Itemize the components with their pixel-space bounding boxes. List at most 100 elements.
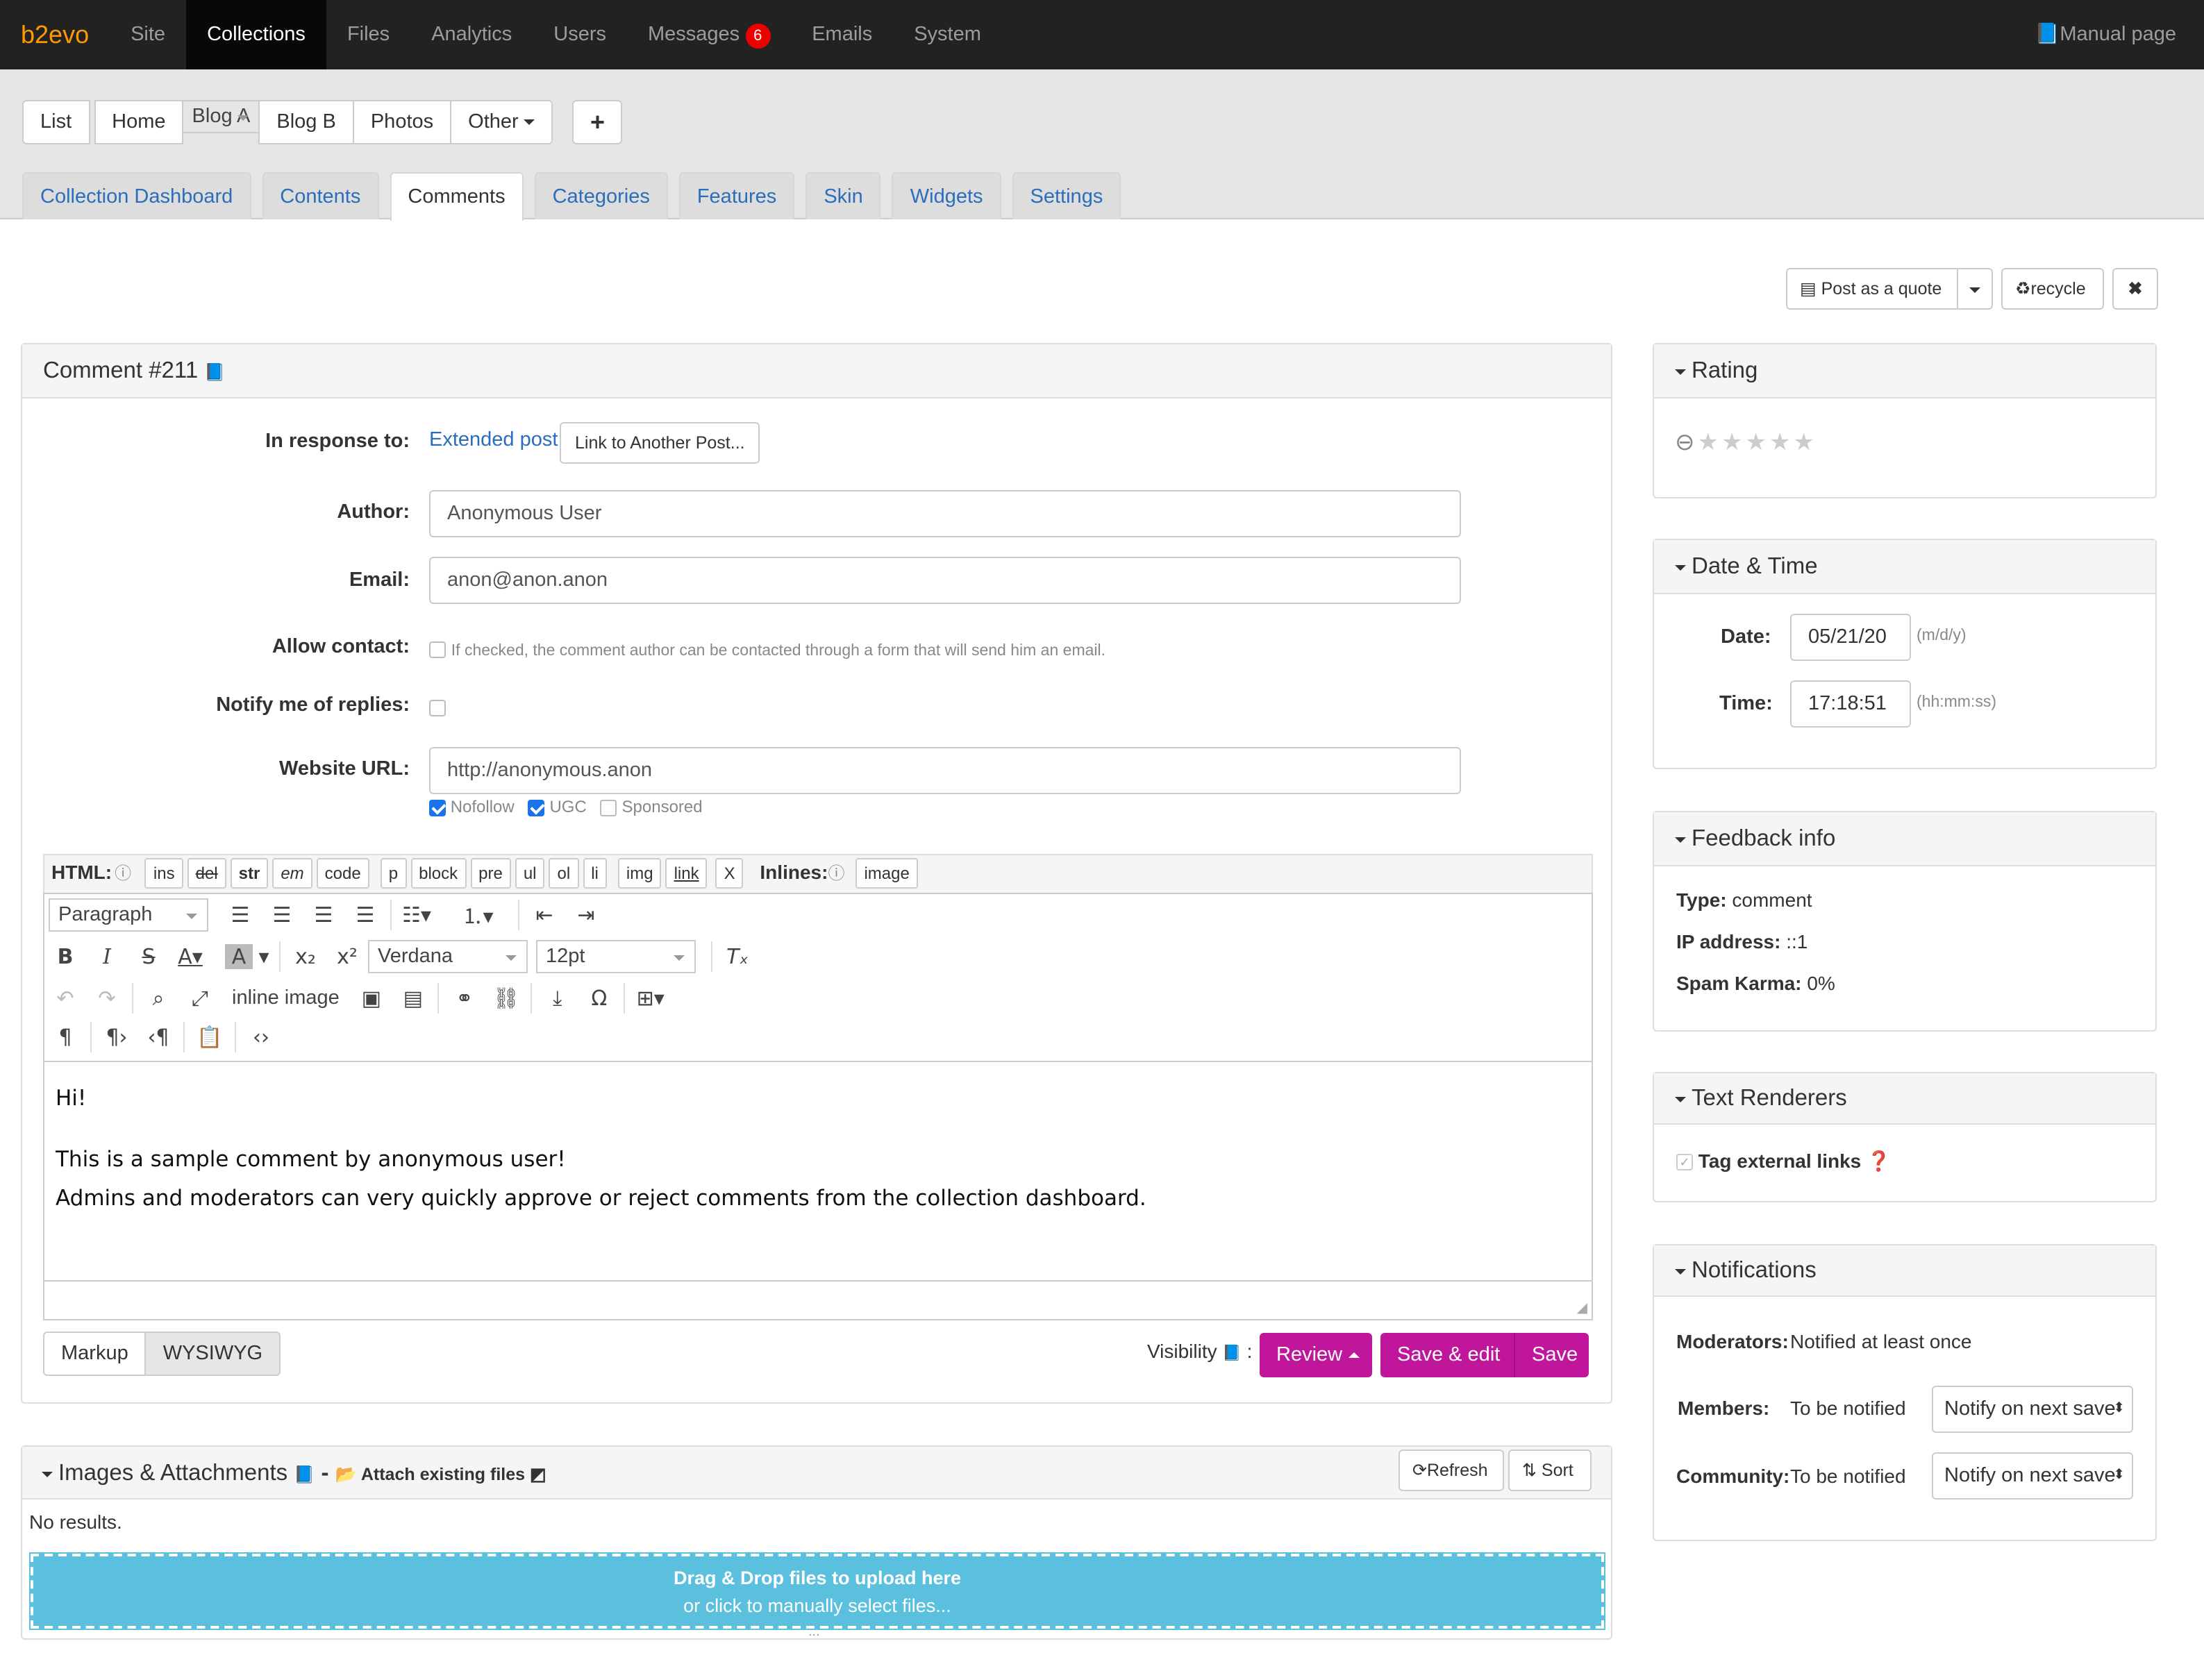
star-icon[interactable]: ★ [1698,429,1719,457]
clear-formatting-icon[interactable]: Tₓ [717,944,758,969]
qt-link[interactable]: link [665,858,708,889]
star-icon[interactable]: ★ [1769,429,1791,457]
tab-contents[interactable]: Contents [262,172,379,219]
qt-del[interactable]: del [187,858,226,889]
feedback-header[interactable]: Feedback info [1654,812,2155,866]
tab-skin[interactable]: Skin [805,172,881,219]
qt-code[interactable]: code [316,858,369,889]
community-notify-select[interactable]: Notify on next save ⬍ [1932,1452,2133,1500]
paragraph-icon[interactable]: ¶ [44,1025,86,1050]
numbered-list-icon[interactable]: ⒈▾ [457,900,499,930]
rtl-icon[interactable]: ‹¶ [137,1025,179,1050]
collection-photos-button[interactable]: Photos [352,100,452,144]
collection-home-button[interactable]: Home [94,100,184,144]
subscript-icon[interactable]: x₂ [285,944,326,969]
notifications-header[interactable]: Notifications [1654,1245,2155,1297]
website-url-input[interactable]: http://anonymous.anon [429,747,1461,794]
refresh-button[interactable]: ⟳Refresh [1399,1450,1504,1491]
review-button[interactable]: Review [1260,1333,1372,1377]
qt-p[interactable]: p [380,858,407,889]
align-justify-icon[interactable]: ☰ [344,902,386,927]
background-color-icon[interactable]: A [225,944,253,969]
tab-categories[interactable]: Categories [534,172,668,219]
nav-site[interactable]: Site [110,0,186,69]
fullscreen-icon[interactable]: ⤢ [179,986,221,1011]
find-replace-icon[interactable]: ⌕ [137,986,179,1011]
star-icon[interactable]: ★ [1794,429,1815,457]
nav-users[interactable]: Users [533,0,627,69]
qt-li[interactable]: li [583,858,607,889]
chevron-down-icon[interactable]: ▾ [253,944,275,969]
special-char-icon[interactable]: Ω [578,986,620,1011]
collection-other-dropdown[interactable]: Other [450,100,553,144]
paste-text-icon[interactable]: 📋 [189,1025,231,1050]
resize-handle-icon[interactable]: ◢ [1577,1301,1587,1316]
ugc-checkbox[interactable] [528,799,545,816]
star-icon[interactable]: ★ [1746,429,1767,457]
indent-icon[interactable]: ⇥ [565,902,607,927]
tab-widgets[interactable]: Widgets [892,172,1001,219]
qt-ins[interactable]: ins [144,858,183,889]
tab-features[interactable]: Features [678,172,795,219]
qt-str[interactable]: str [230,858,269,889]
author-input[interactable]: Anonymous User [429,490,1461,537]
save-button[interactable]: Save [1514,1333,1589,1377]
tab-settings[interactable]: Settings [1012,172,1121,219]
qt-em[interactable]: em [272,858,312,889]
post-quote-dropdown[interactable] [1957,268,1993,310]
recycle-button[interactable]: ♻recycle [2001,268,2104,310]
nav-system[interactable]: System [893,0,1002,69]
tab-comments[interactable]: Comments [390,172,524,221]
add-collection-button[interactable]: + [572,100,622,144]
wysiwyg-mode-button[interactable]: WYSIWYG [144,1332,281,1376]
allow-contact-checkbox[interactable] [429,641,446,659]
link-another-post-button[interactable]: Link to Another Post... [560,422,760,464]
datetime-header[interactable]: Date & Time [1654,540,2155,594]
tab-collection-dashboard[interactable]: Collection Dashboard [22,172,251,219]
align-left-icon[interactable]: ☰ [219,902,261,927]
link-icon[interactable]: ⚭ [444,986,485,1011]
inline-image-button[interactable]: inline image [232,987,340,1009]
align-right-icon[interactable]: ☰ [303,902,344,927]
nav-messages[interactable]: Messages 6 [627,0,791,69]
align-center-icon[interactable]: ☰ [261,902,303,927]
paragraph-format-select[interactable]: Paragraph [49,898,208,932]
sort-button[interactable]: ⇅ Sort [1508,1450,1592,1491]
resize-grip-icon[interactable]: ... [808,1624,820,1640]
media-icon[interactable]: ▤ [392,986,434,1011]
nav-collections[interactable]: Collections [186,0,326,69]
qt-inline-image[interactable]: image [855,858,918,889]
italic-icon[interactable]: I [86,944,128,969]
code-view-icon[interactable]: ‹› [240,1025,282,1050]
unlink-icon[interactable]: ⛓ [485,986,527,1011]
rating-header[interactable]: Rating [1654,344,2155,398]
font-family-select[interactable]: Verdana [368,940,528,973]
date-input[interactable]: 05/21/20 [1790,614,1911,661]
save-edit-button[interactable]: Save & edit [1380,1333,1514,1377]
nav-emails[interactable]: Emails [791,0,893,69]
editor-content[interactable]: Hi! This is a sample comment by anonymou… [44,1061,1592,1283]
time-input[interactable]: 17:18:51 [1790,680,1911,728]
star-icon[interactable]: ★ [1721,429,1743,457]
post-as-quote-button[interactable]: ▤ Post as a quote [1786,268,1958,310]
collection-list-button[interactable]: List [22,100,90,144]
superscript-icon[interactable]: x² [326,944,368,969]
font-size-select[interactable]: 12pt [536,940,696,973]
text-color-icon[interactable]: A▾ [169,944,211,969]
tag-external-checkbox[interactable]: ✓ [1676,1154,1693,1171]
table-icon[interactable]: ⊞▾ [630,986,671,1011]
manual-page-link[interactable]: 📘Manual page [2035,0,2176,69]
qt-pre[interactable]: pre [470,858,511,889]
bold-icon[interactable]: B [44,944,86,969]
qt-ol[interactable]: ol [549,858,579,889]
qt-block[interactable]: block [410,858,467,889]
collection-blog-b-button[interactable]: Blog B [258,100,354,144]
email-input[interactable]: anon@anon.anon [429,557,1461,604]
no-rating-icon[interactable]: ⊖ [1675,429,1695,457]
ltr-icon[interactable]: ¶› [96,1025,137,1050]
markup-mode-button[interactable]: Markup [43,1332,147,1376]
image-icon[interactable]: ▣ [351,986,392,1011]
notify-replies-checkbox[interactable] [429,700,446,717]
bullet-list-icon[interactable]: ☷▾ [396,902,437,927]
brand-logo[interactable]: b2evo [0,0,110,69]
